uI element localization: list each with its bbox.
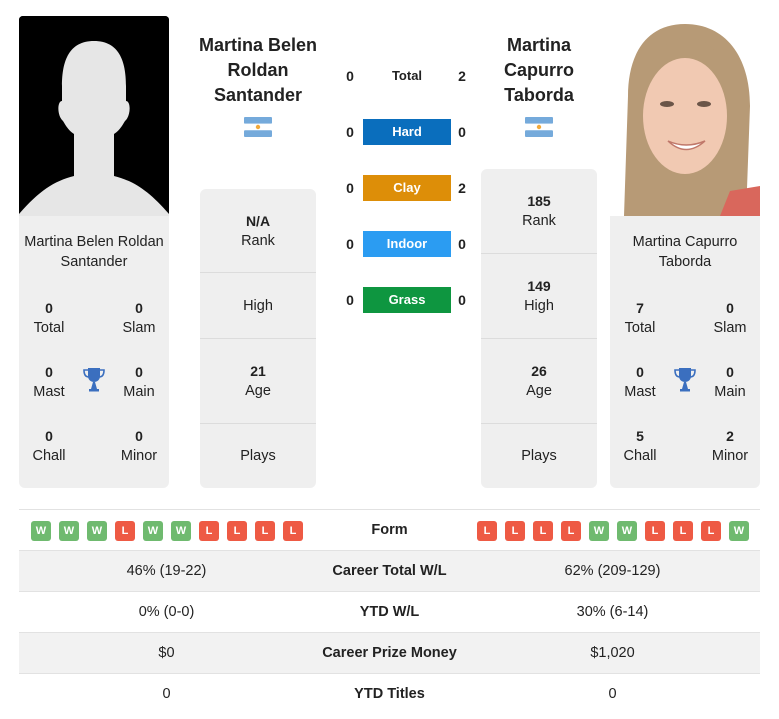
h2h-label-total: Total — [391, 68, 423, 83]
form-badge-win[interactable]: W — [729, 521, 749, 541]
info-plays: Plays — [240, 448, 276, 464]
form-badge-win[interactable]: W — [59, 521, 79, 541]
player-right-form: LLLLWWLLLW — [477, 521, 749, 541]
stat-main: 0 Main — [714, 364, 746, 400]
form-badge-win[interactable]: W — [31, 521, 51, 541]
stat-total: 0 Total — [33, 300, 65, 336]
player-left-name[interactable]: Martina Belen Roldan Santander — [183, 33, 333, 108]
stat-minor: 2 Minor — [711, 428, 749, 464]
player-right-card: Martina Capurro Taborda 7 Total 0 Slam 0… — [610, 216, 760, 488]
left-value: $0 — [158, 645, 175, 661]
stat-slam: 0 Slam — [122, 300, 156, 336]
surface-badge-clay[interactable]: Clay — [363, 175, 451, 201]
h2h-row-indoor: 0 Indoor 0 — [340, 231, 474, 257]
h2h-row-hard: 0 Hard 0 — [340, 119, 474, 145]
row-label: YTD Titles — [354, 686, 425, 702]
player-right-name[interactable]: Martina Capurro Taborda — [464, 33, 614, 108]
comparison-table: WWWLWWLLLL Form LLLLWWLLLW 46% (19-22) C… — [19, 509, 760, 714]
stat-slam: 0 Slam — [713, 300, 747, 336]
left-value: 46% (19-22) — [126, 563, 207, 579]
form-badge-loss[interactable]: L — [115, 521, 135, 541]
table-row: 0 YTD Titles 0 — [19, 673, 760, 714]
trophy-icon — [674, 368, 696, 392]
stat-mast: 0 Mast — [624, 364, 656, 400]
form-badge-win[interactable]: W — [171, 521, 191, 541]
silhouette-icon — [19, 16, 169, 216]
player-left-photo — [19, 16, 169, 216]
h2h-row-grass: 0 Grass 0 — [340, 287, 474, 313]
row-label: Career Prize Money — [322, 645, 457, 661]
player-left-card-name: Martina Belen Roldan Santander — [24, 234, 164, 270]
trophy-icon — [83, 368, 105, 392]
argentina-flag-icon — [244, 117, 272, 137]
player-portrait-icon — [610, 16, 760, 216]
table-row: 0% (0-0) YTD W/L 30% (6-14) — [19, 591, 760, 632]
info-high: High — [200, 273, 316, 339]
argentina-flag-icon — [525, 117, 553, 137]
info-age: 26 Age — [481, 339, 597, 424]
info-high: 149 High — [481, 254, 597, 339]
form-badge-loss[interactable]: L — [477, 521, 497, 541]
info-rank: 185 Rank — [481, 169, 597, 254]
stat-total: 7 Total — [624, 300, 656, 336]
form-badge-loss[interactable]: L — [533, 521, 553, 541]
stat-minor: 0 Minor — [120, 428, 158, 464]
player-left-form: WWWLWWLLLL — [31, 521, 303, 541]
player-right-card-name: Martina Capurro Taborda — [632, 234, 738, 270]
player-right-photo — [610, 16, 760, 216]
surface-badge-indoor[interactable]: Indoor — [363, 231, 451, 257]
right-value: 0 — [608, 686, 617, 702]
info-age: 21 Age — [200, 339, 316, 424]
row-label: Career Total W/L — [332, 563, 447, 579]
h2h-row-clay: 0 Clay 2 — [340, 175, 474, 201]
form-badge-loss[interactable]: L — [561, 521, 581, 541]
form-badge-win[interactable]: W — [589, 521, 609, 541]
right-value: 62% (209-129) — [564, 563, 661, 579]
form-badge-loss[interactable]: L — [505, 521, 525, 541]
player-left-info: N/A Rank High 21 Age Plays — [200, 189, 316, 488]
h2h-row-total: 0 Total 2 — [340, 63, 474, 89]
table-row: $0 Career Prize Money $1,020 — [19, 632, 760, 673]
form-row: WWWLWWLLLL Form LLLLWWLLLW — [19, 509, 760, 550]
player-right-info: 185 Rank 149 High 26 Age Plays — [481, 169, 597, 488]
right-value: $1,020 — [590, 645, 635, 661]
right-value: 30% (6-14) — [576, 604, 649, 620]
surface-badge-grass[interactable]: Grass — [363, 287, 451, 313]
info-plays: Plays — [521, 448, 557, 464]
form-badge-win[interactable]: W — [143, 521, 163, 541]
form-badge-loss[interactable]: L — [673, 521, 693, 541]
info-rank: N/A Rank — [200, 189, 316, 273]
form-badge-loss[interactable]: L — [255, 521, 275, 541]
stat-chall: 5 Chall — [623, 428, 657, 464]
form-badge-loss[interactable]: L — [199, 521, 219, 541]
form-badge-win[interactable]: W — [617, 521, 637, 541]
stat-chall: 0 Chall — [32, 428, 66, 464]
form-badge-win[interactable]: W — [87, 521, 107, 541]
row-label: YTD W/L — [359, 604, 420, 620]
left-value: 0 — [162, 686, 171, 702]
player-left-card: Martina Belen Roldan Santander 0 Total 0… — [19, 216, 169, 488]
table-row: 46% (19-22) Career Total W/L 62% (209-12… — [19, 550, 760, 591]
form-badge-loss[interactable]: L — [227, 521, 247, 541]
form-badge-loss[interactable]: L — [283, 521, 303, 541]
form-badge-loss[interactable]: L — [645, 521, 665, 541]
form-label: Form — [371, 522, 408, 538]
stat-main: 0 Main — [123, 364, 155, 400]
left-value: 0% (0-0) — [138, 604, 195, 620]
stat-mast: 0 Mast — [33, 364, 65, 400]
form-badge-loss[interactable]: L — [701, 521, 721, 541]
surface-badge-hard[interactable]: Hard — [363, 119, 451, 145]
